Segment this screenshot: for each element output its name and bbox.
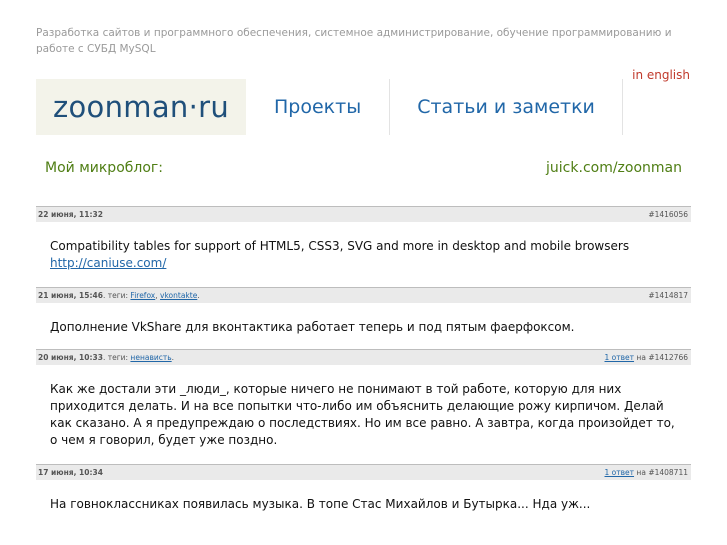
- post-header: 17 июня, 10:34 1 ответ на #1408711: [36, 464, 691, 480]
- post-tag-link[interactable]: ненависть: [130, 353, 171, 362]
- post-body: Compatibility tables for support of HTML…: [50, 238, 680, 272]
- nav-item-articles[interactable]: Статьи и заметки: [390, 79, 623, 135]
- post-tags-prefix: . теги:: [102, 291, 129, 300]
- site-logo[interactable]: zoonman · ru: [36, 79, 246, 135]
- post-replies-meta: 1 ответ на #1412766: [605, 350, 689, 366]
- post-date: 20 июня, 10:33: [38, 353, 103, 362]
- post-header: 22 июня, 11:32 #1416056: [36, 206, 691, 222]
- post-date: 17 июня, 10:34: [38, 468, 103, 477]
- post-id: #1416056: [648, 210, 688, 219]
- main-navigation: zoonman · ru Проекты Статьи и заметки: [36, 79, 630, 135]
- post-body: На говноклассниках появилась музыка. В т…: [50, 496, 680, 513]
- post-header: 20 июня, 10:33. теги: ненависть. 1 ответ…: [36, 349, 691, 365]
- post-replies-link[interactable]: 1 ответ: [605, 353, 635, 362]
- language-switch-link[interactable]: in english: [632, 68, 690, 82]
- post-id: #1408711: [648, 468, 688, 477]
- site-tagline: Разработка сайтов и программного обеспеч…: [36, 27, 672, 55]
- post-replies-link[interactable]: 1 ответ: [605, 468, 635, 477]
- post-id: #1412766: [648, 353, 688, 362]
- post-text: На говноклассниках появилась музыка. В т…: [50, 497, 591, 511]
- post-meta: 20 июня, 10:33. теги: ненависть.: [38, 353, 175, 362]
- post-id-prefix: на: [636, 353, 646, 362]
- post-text: Compatibility tables for support of HTML…: [50, 239, 630, 253]
- post-header: 21 июня, 15:46. теги: Firefox, vkontakte…: [36, 287, 691, 303]
- post-body: Дополнение VkShare для вконтактика работ…: [50, 319, 680, 336]
- microblog-label: Мой микроблог:: [45, 160, 163, 176]
- logo-tld-text: ru: [198, 90, 230, 124]
- post-meta: 22 июня, 11:32: [38, 207, 103, 223]
- post-tag-link[interactable]: vkontakte: [160, 291, 197, 300]
- post-text: Как же достали эти _люди_, которые ничег…: [50, 382, 675, 447]
- logo-dot: ·: [188, 90, 199, 124]
- post-tags-prefix: . теги:: [102, 353, 129, 362]
- post-link[interactable]: http://caniuse.com/: [50, 256, 166, 270]
- post-body: Как же достали эти _люди_, которые ничег…: [50, 381, 680, 449]
- post-meta: 21 июня, 15:46. теги: Firefox, vkontakte…: [38, 291, 200, 300]
- post-meta: 17 июня, 10:34: [38, 465, 103, 481]
- microblog-link[interactable]: juick.com/zoonman: [546, 160, 682, 176]
- post-id: #1414817: [648, 291, 688, 300]
- post-date: 21 июня, 15:46: [38, 291, 103, 300]
- post-replies-meta: 1 ответ на #1408711: [605, 465, 689, 481]
- post-tag-link[interactable]: Firefox: [130, 291, 155, 300]
- post-date: 22 июня, 11:32: [38, 210, 103, 219]
- logo-main-text: zoonman: [52, 90, 189, 124]
- nav-item-projects[interactable]: Проекты: [246, 79, 391, 135]
- post-text: Дополнение VkShare для вконтактика работ…: [50, 320, 575, 334]
- post-id-prefix: на: [636, 468, 646, 477]
